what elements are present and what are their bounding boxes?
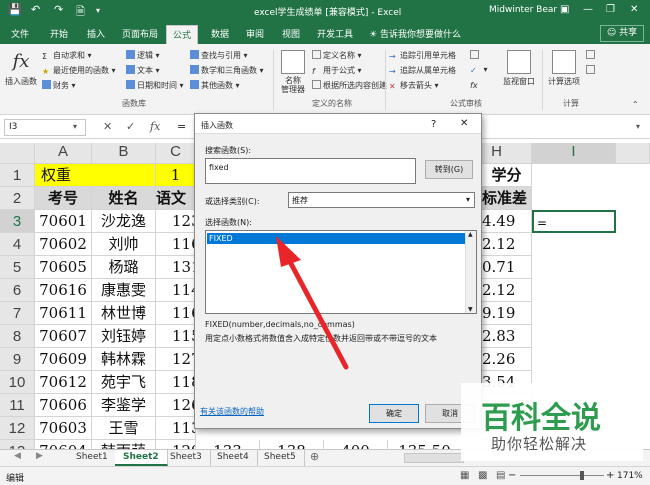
zoom-out-icon[interactable]: − — [508, 470, 516, 481]
arrow-head — [276, 236, 301, 267]
sheet-tab[interactable]: Sheet1 — [68, 450, 117, 466]
zoom-level[interactable]: 171% — [617, 471, 643, 481]
status-bar: 编辑 ▦ ▩ ▤ − + 171% — [0, 466, 650, 485]
sheet-tab[interactable]: Sheet5 — [256, 450, 305, 466]
watermark: 百科全说 助你轻松解决 — [461, 383, 643, 461]
sheet-tab[interactable]: Sheet3 — [162, 450, 211, 466]
previous-sheet-icon[interactable]: ◀ — [14, 451, 21, 461]
page-layout-view-icon[interactable]: ▩ — [478, 470, 487, 481]
watermark-subtitle: 助你轻松解决 — [491, 435, 588, 453]
zoom-slider-thumb[interactable] — [580, 471, 584, 480]
page-break-view-icon[interactable]: ▤ — [496, 470, 505, 481]
zoom-slider[interactable] — [520, 475, 604, 476]
zoom-in-icon[interactable]: + — [606, 470, 614, 481]
add-sheet-icon[interactable]: ⊕ — [310, 450, 319, 463]
sheet-tab-active[interactable]: Sheet2 — [115, 450, 168, 466]
status-mode: 编辑 — [6, 474, 25, 484]
watermark-title: 百科全说 — [481, 401, 601, 436]
arrow-shaft — [285, 255, 349, 370]
normal-view-icon[interactable]: ▦ — [460, 470, 469, 481]
next-sheet-icon[interactable]: ▶ — [36, 451, 43, 461]
sheet-tab[interactable]: Sheet4 — [209, 450, 258, 466]
horizontal-scrollbar[interactable] — [404, 453, 464, 463]
